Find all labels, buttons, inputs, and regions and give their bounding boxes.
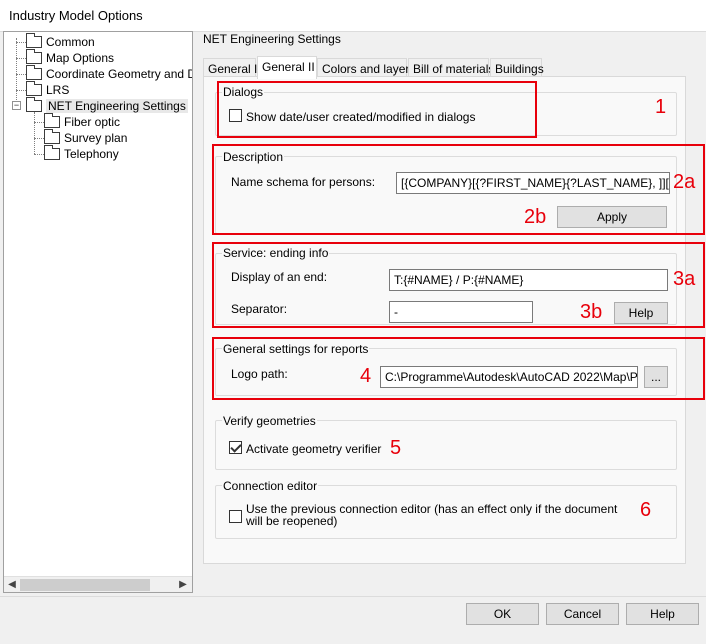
ok-button[interactable]: OK (466, 603, 539, 625)
folder-icon (26, 97, 42, 112)
annotation-marker-1: 1 (655, 96, 667, 118)
annotation-marker-2a: 2a (673, 171, 696, 193)
annotation-marker-3b: 3b (580, 301, 603, 323)
annotation-box-2 (212, 144, 705, 235)
window-title: Industry Model Options (9, 8, 143, 23)
tree-item-label: Telephony (64, 147, 119, 161)
folder-icon (44, 129, 60, 144)
previous-connection-editor-label: Use the previous connection editor (has … (246, 502, 618, 528)
folder-icon (26, 81, 42, 96)
annotation-box-1 (217, 81, 537, 138)
tab-bill-of-materials[interactable]: Bill of materials (408, 58, 494, 78)
annotation-marker-2b: 2b (524, 206, 547, 228)
folder-icon (26, 49, 42, 64)
title-bar: Industry Model Options (0, 0, 706, 32)
tree-item-label: LRS (46, 83, 70, 97)
tree-item-label: NET Engineering Settings (46, 99, 188, 113)
previous-connection-editor-checkbox[interactable] (229, 510, 242, 523)
tree-connector (16, 58, 26, 59)
connection-editor-group-label: Connection editor (222, 479, 319, 493)
help-button[interactable]: Help (626, 603, 699, 625)
geometry-verifier-checkbox[interactable] (229, 441, 242, 454)
tree-connector (16, 38, 17, 106)
tree-connector (34, 122, 44, 123)
scroll-right-icon[interactable]: ▶ (176, 578, 190, 592)
annotation-marker-5: 5 (390, 437, 402, 459)
tree-item-label: Survey plan (64, 131, 128, 145)
tree-connector (16, 90, 26, 91)
tab-general-ii[interactable]: General II (257, 56, 317, 79)
folder-icon (26, 33, 42, 48)
tree-item-label: Fiber optic (64, 115, 121, 129)
cancel-button[interactable]: Cancel (546, 603, 619, 625)
tab-general-i[interactable]: General I (203, 58, 257, 78)
tree-item-label: Map Options (46, 51, 115, 65)
tree-item-label: Common (46, 35, 95, 49)
tree-connector (34, 112, 35, 154)
geometry-verifier-label: Activate geometry verifier (246, 442, 382, 456)
annotation-box-4 (212, 337, 705, 400)
tree-connector (16, 42, 26, 43)
annotation-marker-6: 6 (640, 499, 652, 521)
section-title: NET Engineering Settings (203, 32, 341, 46)
folder-icon (26, 65, 42, 80)
scroll-left-icon[interactable]: ◀ (5, 578, 19, 592)
scroll-thumb[interactable] (20, 579, 150, 591)
folder-icon (44, 145, 60, 160)
tree-horizontal-scrollbar[interactable]: ◀ ▶ (4, 576, 192, 592)
tree-item-label: Coordinate Geometry and Dime (46, 67, 192, 81)
options-tree[interactable]: Common Map Options Coordinate Geometry a… (3, 31, 193, 593)
tree-connector (34, 138, 44, 139)
annotation-marker-4: 4 (360, 365, 372, 387)
tab-colors-and-layers[interactable]: Colors and layers (317, 58, 415, 78)
tab-buildings[interactable]: Buildings (490, 58, 544, 78)
annotation-marker-3a: 3a (673, 268, 696, 290)
tree-connector (16, 74, 26, 75)
tree-connector (34, 154, 44, 155)
collapse-icon[interactable]: − (12, 101, 21, 110)
folder-icon (44, 113, 60, 128)
footer-separator (0, 596, 706, 597)
verify-geometries-group-label: Verify geometries (222, 414, 317, 428)
annotation-box-3 (212, 242, 705, 328)
